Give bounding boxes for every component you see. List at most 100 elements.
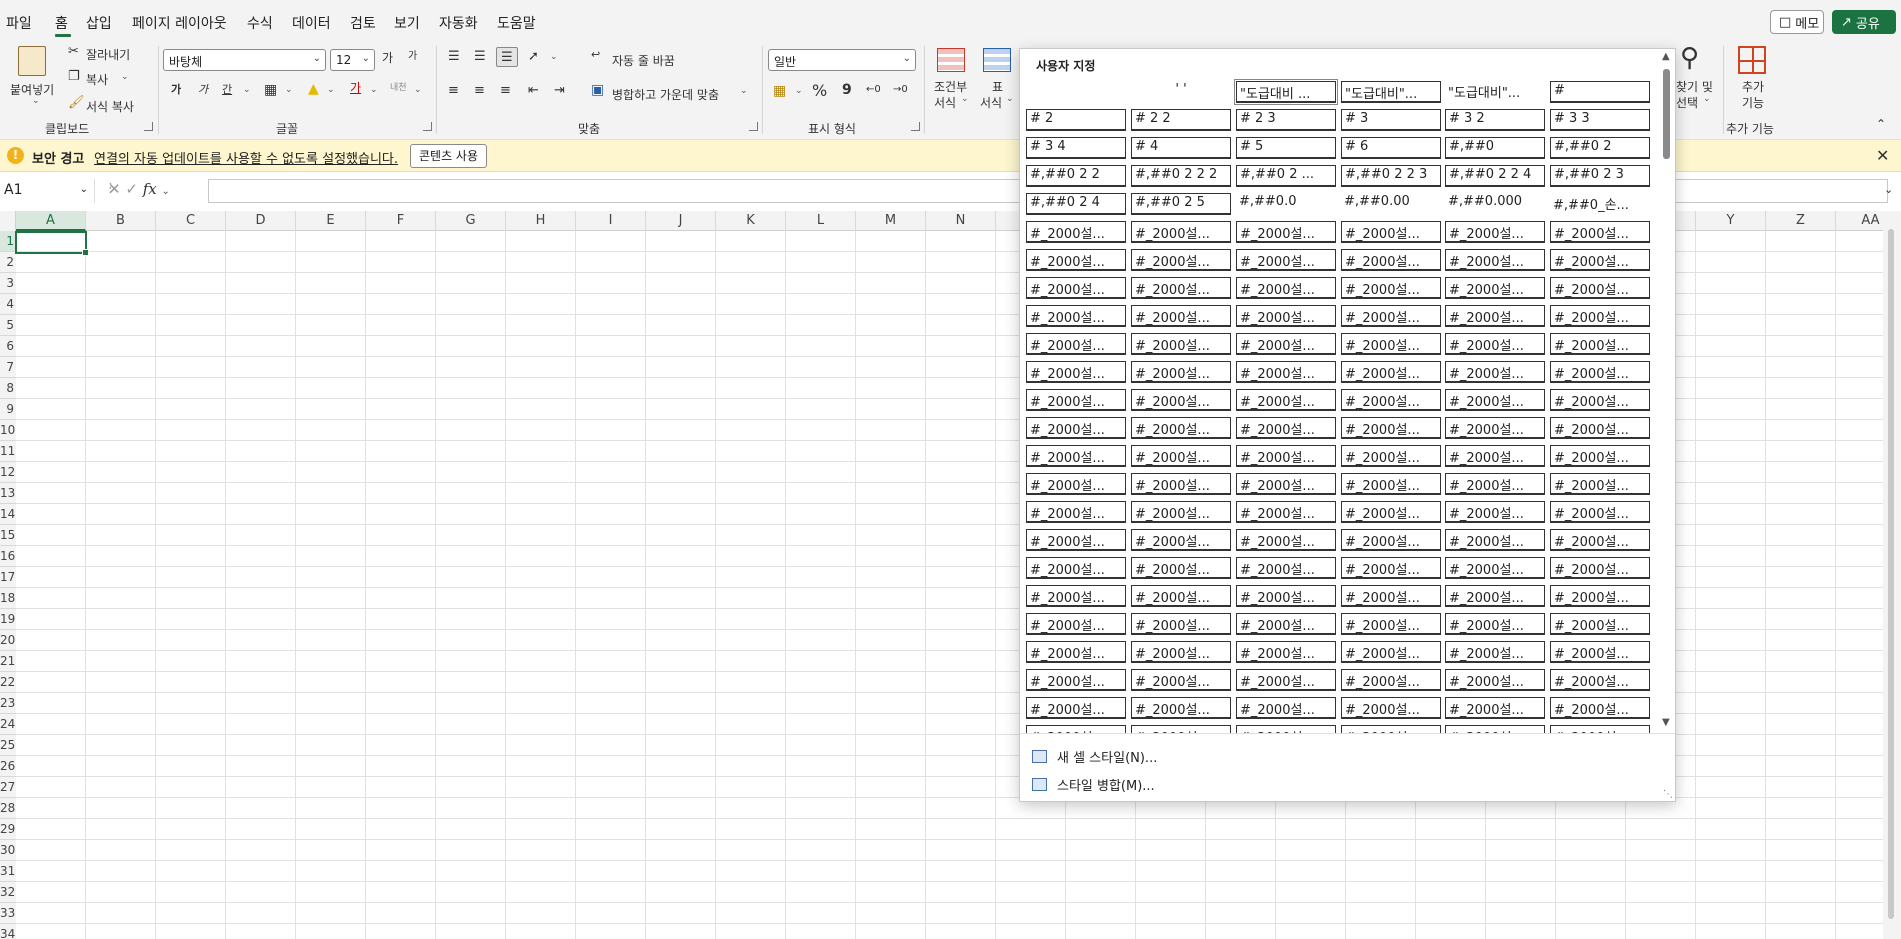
cell-style-item[interactable]: #_2000설... — [1341, 221, 1441, 243]
scroll-down-icon[interactable]: ▼ — [1662, 717, 1670, 728]
column-header-f[interactable]: F — [366, 211, 436, 231]
row-header-7[interactable]: 7 — [0, 357, 16, 378]
cell-style-item[interactable]: #_2000설... — [1236, 669, 1336, 691]
cell-style-item[interactable]: #,##0 2 3 — [1550, 165, 1650, 187]
cell-style-item[interactable]: "도급대비"... — [1445, 81, 1545, 103]
cell-style-item[interactable]: #_2000설... — [1026, 529, 1126, 551]
column-header-y[interactable]: Y — [1696, 211, 1766, 231]
align-top-icon[interactable]: ☰ — [448, 50, 460, 63]
cell-style-item[interactable]: #_2000설... — [1236, 333, 1336, 355]
row-header-13[interactable]: 13 — [0, 483, 16, 504]
bold-button[interactable]: 가 — [171, 84, 181, 95]
cell-style-item[interactable]: #_2000설... — [1131, 501, 1231, 523]
tab-file[interactable]: 파일 — [6, 13, 32, 33]
cell-style-item[interactable]: #_2000설... — [1341, 529, 1441, 551]
row-header-10[interactable]: 10 — [0, 420, 16, 441]
cell-style-item[interactable]: #,##0_손... — [1550, 193, 1650, 215]
cell-style-item[interactable]: #,##0.000 — [1445, 193, 1545, 215]
cell-style-item[interactable]: #_2000설... — [1341, 249, 1441, 271]
cell-style-item[interactable]: #_2000설... — [1550, 585, 1650, 607]
cell-style-item[interactable]: #_2000설... — [1445, 529, 1545, 551]
row-header-24[interactable]: 24 — [0, 714, 16, 735]
cell-style-item[interactable]: # 4 — [1131, 137, 1231, 159]
paste-icon[interactable] — [18, 46, 46, 76]
number-format-combo[interactable]: 일반 ⌄ — [768, 49, 916, 71]
cell-style-item[interactable]: #_2000설... — [1341, 473, 1441, 495]
align-bottom-icon[interactable]: ☰ — [496, 47, 518, 67]
row-header-21[interactable]: 21 — [0, 651, 16, 672]
paste-dropdown-icon[interactable]: ⌄ — [32, 97, 40, 106]
cell-style-item[interactable]: #,##0 — [1445, 137, 1545, 159]
cell-style-item[interactable]: # 2 3 — [1236, 109, 1336, 131]
font-color-button[interactable]: 가 — [350, 82, 361, 94]
cell-style-item[interactable]: #_2000설... — [1550, 417, 1650, 439]
cell-style-item[interactable]: ' ' — [1131, 81, 1231, 103]
tab-view[interactable]: 보기 — [394, 13, 420, 33]
cell-style-item[interactable]: #_2000설... — [1550, 557, 1650, 579]
cell-style-item[interactable]: #_2000설... — [1131, 641, 1231, 663]
cell-style-item[interactable]: #_2000설... — [1026, 557, 1126, 579]
tab-page-layout[interactable]: 페이지 레이아웃 — [132, 13, 227, 33]
row-header-20[interactable]: 20 — [0, 630, 16, 651]
row-header-27[interactable]: 27 — [0, 777, 16, 798]
cell-style-item[interactable]: # 3 4 — [1026, 137, 1126, 159]
add-ins-label-1[interactable]: 추가 — [1742, 78, 1764, 95]
cell-style-item[interactable]: #_2000설... — [1236, 361, 1336, 383]
row-header-28[interactable]: 28 — [0, 798, 16, 819]
chevron-down-icon[interactable]: ⌄ — [162, 186, 170, 197]
shrink-font-button[interactable]: 가 — [408, 52, 417, 62]
row-header-17[interactable]: 17 — [0, 567, 16, 588]
tab-data[interactable]: 데이터 — [292, 13, 331, 33]
cell-style-item[interactable]: #_2000설... — [1550, 221, 1650, 243]
cell-style-item[interactable]: # 3 — [1341, 109, 1441, 131]
cell-style-item[interactable]: #_2000설... — [1026, 613, 1126, 635]
new-cell-style-item[interactable]: 새 셀 스타일(N)... — [1032, 744, 1157, 768]
cell-style-item[interactable]: #_2000설... — [1550, 697, 1650, 719]
cell-style-item[interactable]: "도급대비 ... — [1234, 79, 1338, 105]
cell-style-item[interactable]: #_2000설... — [1026, 277, 1126, 299]
font-size-combo[interactable]: 12 ⌄ — [330, 49, 375, 71]
row-header-29[interactable]: 29 — [0, 819, 16, 840]
cell-style-item[interactable]: # 5 — [1236, 137, 1336, 159]
cell-style-item[interactable]: #_2000설... — [1341, 361, 1441, 383]
row-header-25[interactable]: 25 — [0, 735, 16, 756]
vertical-scrollbar[interactable] — [1883, 211, 1901, 939]
font-color-dropdown-icon[interactable]: ⌄ — [370, 86, 378, 95]
tab-home[interactable]: 홈 — [55, 13, 68, 33]
cell-style-item[interactable]: #_2000설... — [1131, 585, 1231, 607]
cell-style-item[interactable]: #_2000설... — [1026, 249, 1126, 271]
cell-style-item[interactable]: #_2000설... — [1550, 277, 1650, 299]
tab-insert[interactable]: 삽입 — [86, 13, 112, 33]
cell-style-item[interactable]: #_2000설... — [1026, 473, 1126, 495]
find-select-label-2[interactable]: 선택 — [1676, 94, 1698, 111]
cell-style-item[interactable]: "도급대비"... — [1341, 81, 1441, 103]
row-header-8[interactable]: 8 — [0, 378, 16, 399]
cell-style-item[interactable]: #_2000설... — [1550, 389, 1650, 411]
cell-style-item[interactable]: #_2000설... — [1550, 669, 1650, 691]
row-header-19[interactable]: 19 — [0, 609, 16, 630]
cell-style-item[interactable]: #_2000설... — [1236, 501, 1336, 523]
increase-decimal-button[interactable]: ←0 — [866, 85, 881, 95]
cell-style-item[interactable]: #_2000설... — [1341, 697, 1441, 719]
select-all-corner[interactable] — [0, 211, 16, 231]
cell-style-item[interactable]: #,##0.00 — [1341, 193, 1441, 215]
gallery-scrollbar-thumb[interactable] — [1663, 69, 1670, 159]
font-launcher[interactable] — [423, 122, 432, 131]
italic-button[interactable]: 가 — [198, 84, 208, 95]
underline-button[interactable]: 간 — [222, 84, 232, 95]
cell-style-item[interactable]: #_2000설... — [1236, 585, 1336, 607]
cell-style-item[interactable]: #,##0 2 2 3 — [1341, 165, 1441, 187]
cell-style-item[interactable]: #_2000설... — [1445, 361, 1545, 383]
cell-style-item[interactable]: #_2000설... — [1236, 697, 1336, 719]
cell-style-item[interactable]: #_2000설... — [1341, 417, 1441, 439]
cell-style-item[interactable]: #_2000설... — [1131, 361, 1231, 383]
row-header-30[interactable]: 30 — [0, 840, 16, 861]
collapse-ribbon-icon[interactable]: ⌃ — [1876, 118, 1886, 130]
cell-style-item[interactable]: #_2000설... — [1445, 305, 1545, 327]
row-header-6[interactable]: 6 — [0, 336, 16, 357]
clipboard-launcher[interactable] — [144, 122, 153, 131]
row-header-11[interactable]: 11 — [0, 441, 16, 462]
cell-style-item[interactable]: #_2000설... — [1445, 249, 1545, 271]
cell-style-item[interactable]: #_2000설... — [1236, 557, 1336, 579]
row-header-3[interactable]: 3 — [0, 273, 16, 294]
